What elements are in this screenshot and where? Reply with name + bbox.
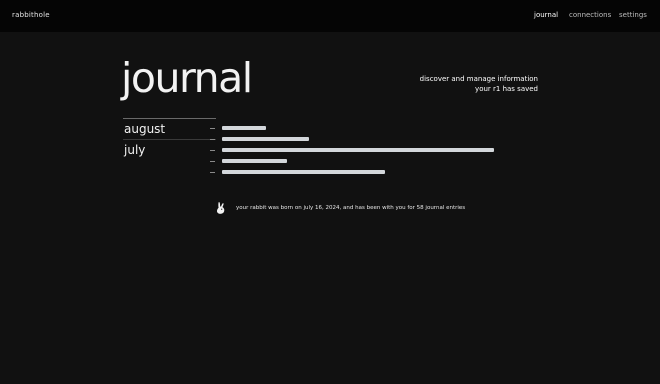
entry-title-bar[interactable]	[222, 170, 385, 174]
month-item-august[interactable]: august	[123, 118, 216, 139]
month-list: august july	[123, 118, 216, 160]
page-subtitle: discover and manage information your r1 …	[358, 74, 538, 94]
entry-title-bar[interactable]	[222, 126, 266, 130]
entry-title-bar[interactable]	[222, 159, 287, 163]
entry-title-bar[interactable]	[222, 137, 309, 141]
nav-settings[interactable]: settings	[619, 11, 647, 19]
nav-connections[interactable]: connections	[569, 11, 611, 19]
entry-title-bar[interactable]	[222, 148, 494, 152]
subtitle-line-1: discover and manage information	[419, 75, 538, 83]
entry-bullet-dash	[210, 172, 215, 173]
entry-bullet-dash	[210, 139, 215, 140]
top-navigation-bar: rabbithole journal connections settings	[0, 0, 660, 32]
nav-journal[interactable]: journal	[534, 11, 558, 19]
entry-bullet-dash	[210, 128, 215, 129]
rabbit-info-text: your rabbit was born on july 16, 2024, a…	[236, 205, 466, 211]
rabbit-info-note: your rabbit was born on july 16, 2024, a…	[215, 200, 465, 216]
month-item-july[interactable]: july	[123, 139, 216, 160]
subtitle-line-2: your r1 has saved	[475, 85, 538, 93]
entry-bullet-dash	[210, 150, 215, 151]
page-title: journal	[121, 54, 253, 102]
rabbit-icon	[216, 202, 225, 214]
entry-bullet-dash	[210, 161, 215, 162]
brand-logo-link[interactable]: rabbithole	[12, 11, 50, 19]
